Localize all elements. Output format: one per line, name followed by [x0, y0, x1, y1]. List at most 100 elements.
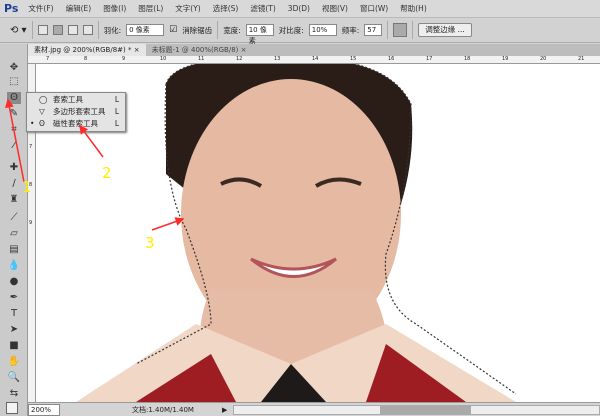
- zoom-tool-icon[interactable]: 🔍: [7, 372, 21, 384]
- healing-brush-icon[interactable]: ✚: [7, 162, 21, 174]
- item-label: 磁性套索工具: [53, 119, 98, 128]
- ruler-tick: 16: [388, 56, 395, 62]
- magnetic-lasso-icon: ʘ: [39, 119, 45, 128]
- annotation-1: 1: [22, 178, 32, 196]
- eraser-icon[interactable]: ▱: [7, 228, 21, 240]
- subtract-selection-button[interactable]: [67, 25, 78, 35]
- antialias-checkbox[interactable]: ☑: [169, 25, 177, 35]
- feather-label: 羽化:: [103, 25, 122, 35]
- contrast-label: 对比度:: [278, 25, 304, 35]
- menu-edit[interactable]: 编辑(E): [66, 3, 92, 14]
- tab-untitled[interactable]: 未标题-1 @ 400%(RGB/8) ×: [146, 44, 253, 56]
- menu-layer[interactable]: 图层(L): [138, 3, 163, 14]
- gradient-icon[interactable]: ▤: [7, 244, 21, 256]
- shortcut: L: [114, 95, 119, 104]
- crop-tool-icon[interactable]: ⌗: [7, 124, 21, 136]
- width-input[interactable]: 10 像素: [245, 24, 274, 45]
- brush-tool-icon[interactable]: /: [7, 178, 21, 190]
- menu-image[interactable]: 图像(I): [103, 3, 126, 14]
- frequency-input[interactable]: 57: [364, 24, 383, 36]
- pen-pressure-icon[interactable]: [393, 23, 408, 37]
- ruler-tick: 14: [312, 56, 319, 62]
- eyedropper-icon[interactable]: ⁄: [7, 140, 21, 152]
- divider: [31, 21, 33, 39]
- divider: [412, 21, 414, 39]
- close-icon[interactable]: ×: [241, 46, 247, 54]
- ruler-tick: 9: [122, 56, 126, 62]
- divider: [387, 21, 389, 39]
- doc-size: 文档:1.40M/1.40M: [132, 405, 194, 414]
- menu-select[interactable]: 选择(S): [213, 3, 239, 14]
- color-swatch[interactable]: [6, 402, 18, 414]
- item-label: 多边形套索工具: [53, 107, 106, 116]
- move-tool-icon[interactable]: ✥: [7, 62, 21, 74]
- photoshop-logo: Ps: [4, 2, 19, 15]
- divider: [217, 21, 219, 39]
- horizontal-scrollbar[interactable]: [233, 404, 600, 415]
- ruler-tick: 8: [84, 56, 88, 62]
- annotation-3: 3: [145, 234, 155, 252]
- menu-item-lasso[interactable]: ◯ 套索工具 L: [27, 94, 125, 106]
- horizontal-ruler: 7 8 9 10 11 12 13 14 15 16 17 18 19 20 2…: [28, 56, 600, 64]
- shortcut: L: [114, 119, 119, 128]
- shape-tool-icon[interactable]: ■: [7, 340, 21, 352]
- path-select-icon[interactable]: ➤: [7, 324, 21, 336]
- menu-item-polygonal-lasso[interactable]: ▽ 多边形套索工具 L: [27, 106, 125, 118]
- ruler-tick: 17: [426, 56, 433, 62]
- shortcut: L: [114, 107, 119, 116]
- annotation-2: 2: [102, 164, 112, 182]
- ruler-tick: 18: [464, 56, 471, 62]
- contrast-input[interactable]: 10%: [308, 24, 337, 36]
- menu-bar: Ps 文件(F) 编辑(E) 图像(I) 图层(L) 文字(Y) 选择(S) 滤…: [0, 0, 600, 17]
- status-menu-arrow[interactable]: ▶: [222, 406, 227, 414]
- antialias-label: 消除锯齿: [182, 25, 213, 35]
- scrollbar-thumb[interactable]: [380, 405, 472, 414]
- ruler-tick: 7: [46, 56, 50, 62]
- marquee-tool-icon[interactable]: ⬚: [7, 76, 21, 88]
- options-bar: ⟲ ▾ 羽化: 0 像素 ☑ 消除锯齿 宽度: 10 像素 对比度: 10% 频…: [0, 17, 600, 45]
- refine-edge-button[interactable]: 调整边缘 ...: [418, 23, 472, 37]
- menu-filter[interactable]: 滤镜(T): [250, 3, 275, 14]
- ruler-tick: 21: [578, 56, 585, 62]
- quick-select-icon[interactable]: ✎: [7, 108, 21, 120]
- type-tool-icon[interactable]: T: [7, 308, 21, 320]
- clone-stamp-icon[interactable]: ♜: [7, 194, 21, 206]
- ruler-tick: 11: [198, 56, 205, 62]
- menu-3d[interactable]: 3D(D): [288, 4, 310, 13]
- lasso-tool-flyout: ◯ 套索工具 L ▽ 多边形套索工具 L • ʘ 磁性套索工具 L: [26, 92, 126, 132]
- menu-help[interactable]: 帮助(H): [400, 3, 427, 14]
- tab-sucai[interactable]: 素材.jpg @ 200%(RGB/8#) * ×: [28, 44, 146, 56]
- ruler-tick: 20: [540, 56, 547, 62]
- ruler-tick: 7: [29, 144, 33, 150]
- intersect-selection-button[interactable]: [82, 25, 93, 35]
- menu-file[interactable]: 文件(F): [28, 3, 53, 14]
- lasso-icon: ◯: [39, 95, 48, 104]
- item-label: 套索工具: [53, 95, 83, 104]
- frequency-label: 频率:: [341, 25, 360, 35]
- zoom-level-input[interactable]: 200%: [28, 403, 60, 416]
- feather-input[interactable]: 0 像素: [126, 24, 165, 36]
- pen-tool-icon[interactable]: ✒: [7, 292, 21, 304]
- width-label: 宽度:: [223, 25, 241, 35]
- hand-tool-icon[interactable]: ✋: [7, 356, 21, 368]
- ruler-tick: 13: [274, 56, 281, 62]
- ruler-tick: 9: [29, 220, 33, 226]
- swap-colors-icon[interactable]: ⇆: [7, 388, 21, 400]
- close-icon[interactable]: ×: [134, 46, 140, 54]
- add-selection-button[interactable]: [52, 25, 63, 35]
- dodge-icon[interactable]: ●: [7, 276, 21, 288]
- new-selection-button[interactable]: [37, 25, 48, 35]
- tab-label: 未标题-1 @ 400%(RGB/8): [151, 46, 239, 54]
- divider: [97, 21, 99, 39]
- menu-view[interactable]: 视图(V): [322, 3, 348, 14]
- lasso-tool-icon[interactable]: ʘ: [7, 92, 21, 104]
- menu-type[interactable]: 文字(Y): [175, 3, 200, 14]
- menu-window[interactable]: 窗口(W): [360, 3, 388, 14]
- tool-preset-picker[interactable]: ⟲ ▾: [10, 25, 27, 36]
- ruler-tick: 19: [502, 56, 509, 62]
- ruler-tick: 10: [160, 56, 167, 62]
- history-brush-icon[interactable]: ⟋: [7, 212, 21, 224]
- menu-item-magnetic-lasso[interactable]: • ʘ 磁性套索工具 L: [27, 118, 125, 130]
- polygonal-lasso-icon: ▽: [39, 107, 45, 116]
- blur-icon[interactable]: 💧: [7, 260, 21, 272]
